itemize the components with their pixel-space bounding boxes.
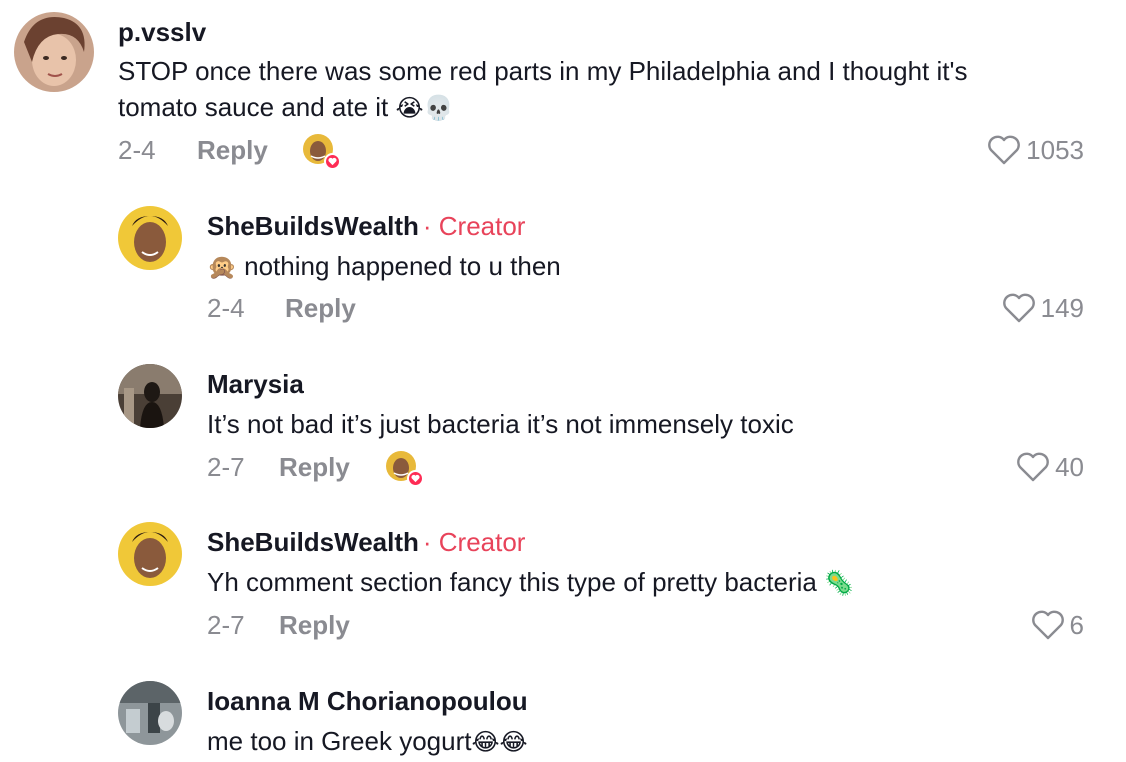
crying-skull-emoji: 😭💀 bbox=[395, 94, 454, 122]
microbe-emoji: 🦠 bbox=[824, 569, 854, 597]
heart-filled-icon bbox=[407, 470, 424, 487]
comment-username[interactable]: Ioanna M Chorianopoulou bbox=[207, 686, 528, 716]
avatar-image bbox=[14, 12, 94, 92]
avatar[interactable] bbox=[14, 12, 94, 92]
username-text: SheBuildsWealth bbox=[207, 527, 419, 557]
comment-date: 2-7 bbox=[207, 610, 245, 640]
avatar-image bbox=[118, 522, 182, 586]
creator-badge: · Creator bbox=[422, 527, 526, 557]
comment-username[interactable]: SheBuildsWealth · Creator bbox=[207, 211, 525, 241]
avatar-image bbox=[118, 364, 182, 428]
comment-username[interactable]: Marysia bbox=[207, 369, 304, 399]
creator-liked-indicator bbox=[303, 134, 341, 170]
comment-username[interactable]: SheBuildsWealth · Creator bbox=[207, 527, 525, 557]
heart-outline-icon bbox=[988, 135, 1021, 165]
comment-date: 2-4 bbox=[118, 135, 156, 165]
comment-text: me too in Greek yogurt bbox=[207, 726, 472, 756]
avatar-image bbox=[118, 681, 182, 745]
like-count: 6 bbox=[1069, 610, 1084, 640]
reply-button[interactable]: Reply bbox=[279, 610, 350, 640]
like-button[interactable]: 40 bbox=[1015, 451, 1084, 483]
avatar[interactable] bbox=[118, 364, 182, 428]
like-button[interactable]: 1053 bbox=[986, 134, 1084, 166]
comment-date: 2-7 bbox=[207, 452, 245, 482]
avatar-image bbox=[118, 206, 182, 270]
avatar[interactable] bbox=[118, 522, 182, 586]
heart-outline-icon bbox=[1002, 293, 1035, 323]
heart-outline-icon bbox=[1017, 452, 1049, 482]
like-button[interactable]: 149 bbox=[1001, 292, 1084, 324]
like-count: 1053 bbox=[1026, 135, 1084, 165]
comment-text: Yh comment section fancy this type of pr… bbox=[207, 567, 817, 597]
avatar[interactable] bbox=[118, 206, 182, 270]
like-count: 40 bbox=[1055, 452, 1084, 482]
comment-text: STOP once there was some red parts in my… bbox=[118, 56, 968, 86]
comment-text-line2: tomato sauce and ate it 😭💀 bbox=[118, 89, 453, 126]
comment-text: It’s not bad it’s just bacteria it’s not… bbox=[207, 409, 794, 439]
comment-text-line: Yh comment section fancy this type of pr… bbox=[207, 564, 854, 601]
creator-liked-indicator bbox=[386, 451, 424, 487]
creator-badge: · Creator bbox=[422, 211, 526, 241]
reply-button[interactable]: Reply bbox=[279, 452, 350, 482]
comment-text-continued: tomato sauce and ate it bbox=[118, 92, 389, 122]
like-button[interactable]: 6 bbox=[1030, 609, 1084, 641]
laughing-tears-emoji: 😂😂 bbox=[471, 728, 528, 756]
comment-date: 2-4 bbox=[207, 293, 245, 323]
heart-outline-icon bbox=[1031, 610, 1064, 640]
see-no-evil-monkey-emoji: 🙊 bbox=[207, 253, 237, 281]
comment-text-line: 🙊 nothing happened to u then bbox=[207, 248, 561, 285]
avatar[interactable] bbox=[118, 681, 182, 745]
reply-button[interactable]: Reply bbox=[285, 293, 356, 323]
comment-text: nothing happened to u then bbox=[244, 251, 561, 281]
reply-button[interactable]: Reply bbox=[197, 135, 268, 165]
username-text: SheBuildsWealth bbox=[207, 211, 419, 241]
comment-username[interactable]: p.vsslv bbox=[118, 17, 206, 47]
like-count: 149 bbox=[1040, 293, 1084, 323]
comment-text-line: me too in Greek yogurt😂😂 bbox=[207, 723, 528, 760]
heart-filled-icon bbox=[324, 153, 341, 170]
